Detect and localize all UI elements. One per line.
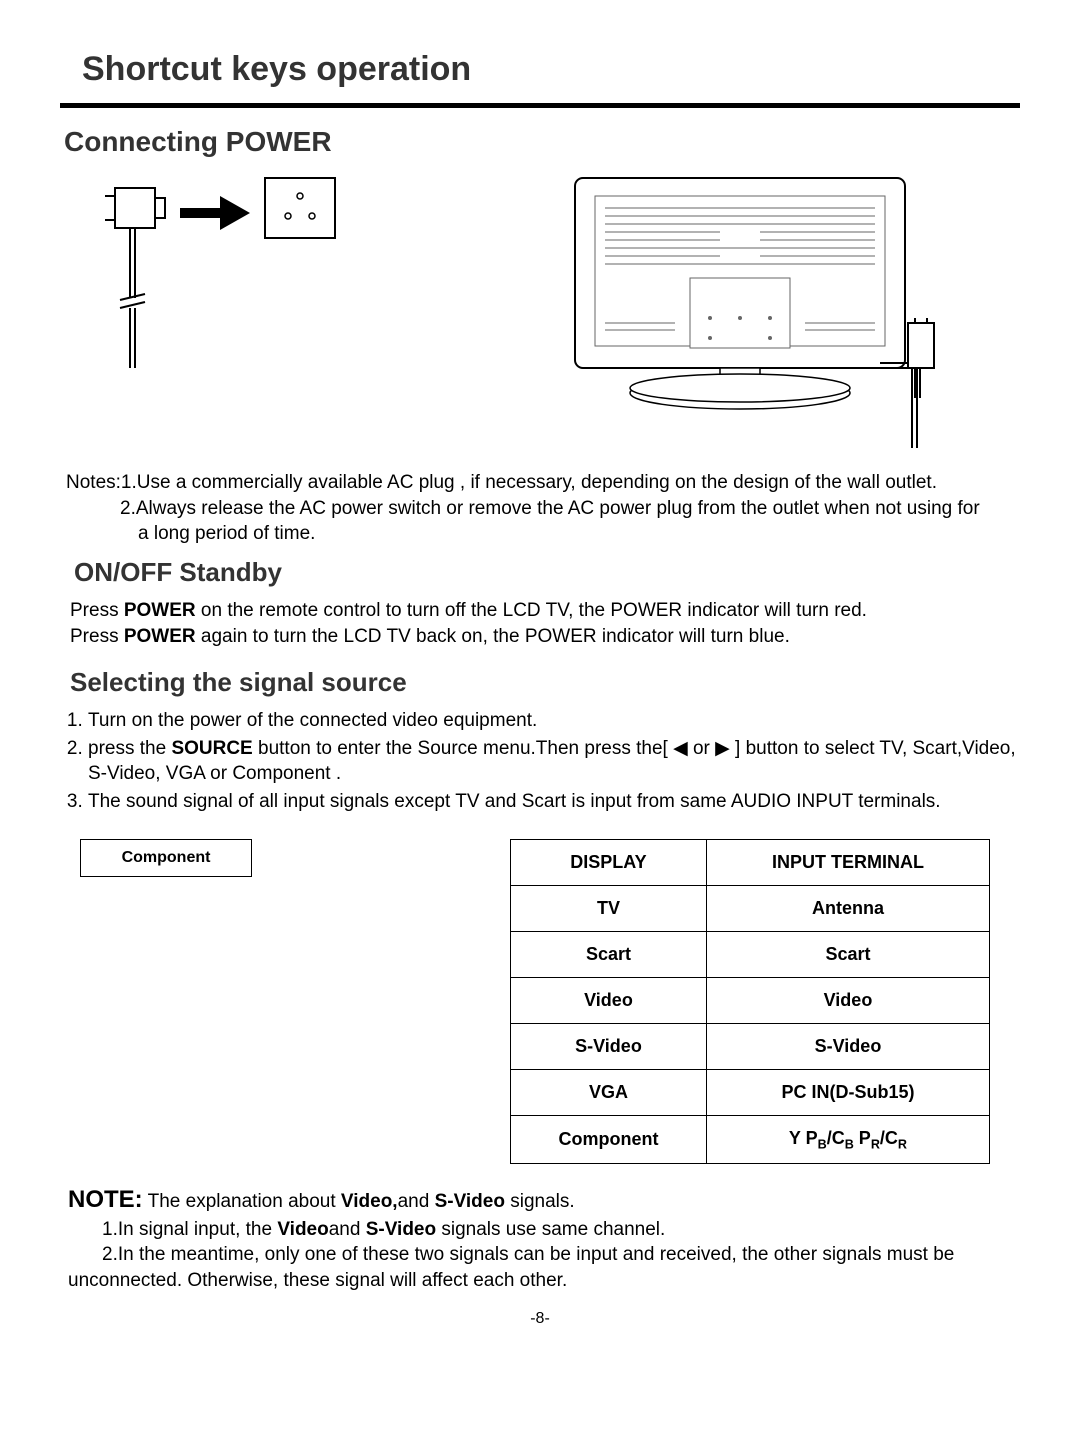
t: 1.In signal input, the: [102, 1219, 277, 1240]
step-3: The sound signal of all input signals ex…: [88, 789, 1020, 815]
section-standby: ON/OFF Standby: [74, 557, 1020, 588]
standby-text: Press POWER on the remote control to tur…: [70, 598, 1020, 649]
td: VGA: [511, 1069, 707, 1115]
td: Antenna: [706, 885, 989, 931]
page-title: Shortcut keys operation: [82, 50, 1020, 89]
t: signals.: [505, 1191, 575, 1212]
td: TV: [511, 885, 707, 931]
section-connecting-power: Connecting POWER: [64, 126, 1020, 158]
footnote-block: NOTE: The explanation about Video,and S-…: [68, 1184, 1020, 1293]
t: press the: [88, 738, 171, 759]
diagram-table-row: TV Scart Video S-Video VGA Component DIS…: [80, 839, 1020, 1165]
t: SOURCE: [171, 738, 252, 759]
fn-1: 1.In signal input, the Videoand S-Video …: [102, 1219, 665, 1240]
table-row: ScartScart: [511, 931, 990, 977]
td: Component: [511, 1115, 707, 1164]
t: signals use same channel.: [436, 1219, 665, 1240]
t: The explanation about: [148, 1191, 341, 1212]
note-2b: a long period of time.: [138, 523, 315, 544]
table-row: S-VideoS-Video: [511, 1023, 990, 1069]
td: PC IN(D-Sub15): [706, 1069, 989, 1115]
td-component: Y PB/CB PR/CR: [706, 1115, 989, 1164]
step-2: press the SOURCE button to enter the Sou…: [88, 736, 1020, 787]
t: POWER: [124, 626, 196, 647]
th-input: INPUT TERMINAL: [706, 839, 989, 885]
t: and: [329, 1219, 366, 1240]
t: POWER: [124, 600, 196, 621]
step-1: Turn on the power of the connected video…: [88, 708, 1020, 734]
cascade-component: Component: [80, 839, 252, 877]
manual-page: Shortcut keys operation Connecting POWER: [0, 0, 1080, 1438]
note-lead: NOTE:: [68, 1186, 143, 1213]
note-1: 1.Use a commercially available AC plug ,…: [121, 472, 937, 493]
note-2a: 2.Always release the AC power switch or …: [120, 498, 980, 519]
td: Scart: [511, 931, 707, 977]
td: Video: [511, 977, 707, 1023]
t: Press: [70, 626, 124, 647]
title-rule: [60, 103, 1020, 108]
monitor-illustration: [520, 168, 1000, 458]
section-selecting: Selecting the signal source: [70, 667, 1020, 698]
plug-illustration: [80, 168, 500, 398]
t: S-Video: [366, 1219, 436, 1240]
illustration-row: [80, 168, 1020, 458]
td: S-Video: [511, 1023, 707, 1069]
t: again to turn the LCD TV back on, the PO…: [196, 626, 790, 647]
t: on the remote control to turn off the LC…: [196, 600, 867, 621]
input-table: DISPLAY INPUT TERMINAL TVAntenna ScartSc…: [510, 839, 990, 1165]
page-number: -8-: [60, 1310, 1020, 1328]
table-header-row: DISPLAY INPUT TERMINAL: [511, 839, 990, 885]
table-row: ComponentY PB/CB PR/CR: [511, 1115, 990, 1164]
notes-block: Notes:1.Use a commercially available AC …: [66, 470, 1020, 547]
td: S-Video: [706, 1023, 989, 1069]
td: Scart: [706, 931, 989, 977]
th-display: DISPLAY: [511, 839, 707, 885]
fn-2: 2.In the meantime, only one of these two…: [68, 1244, 954, 1291]
t: S-Video: [435, 1191, 505, 1212]
t: Press: [70, 600, 124, 621]
table-row: TVAntenna: [511, 885, 990, 931]
table-row: VGAPC IN(D-Sub15): [511, 1069, 990, 1115]
t: Video: [277, 1219, 328, 1240]
cascade-diagram: TV Scart Video S-Video VGA Component: [80, 839, 470, 1119]
notes-prefix: Notes:: [66, 472, 121, 493]
t: Video,: [341, 1191, 398, 1212]
table-row: VideoVideo: [511, 977, 990, 1023]
td: Video: [706, 977, 989, 1023]
t: and: [398, 1191, 435, 1212]
steps-list: Turn on the power of the connected video…: [66, 708, 1020, 815]
